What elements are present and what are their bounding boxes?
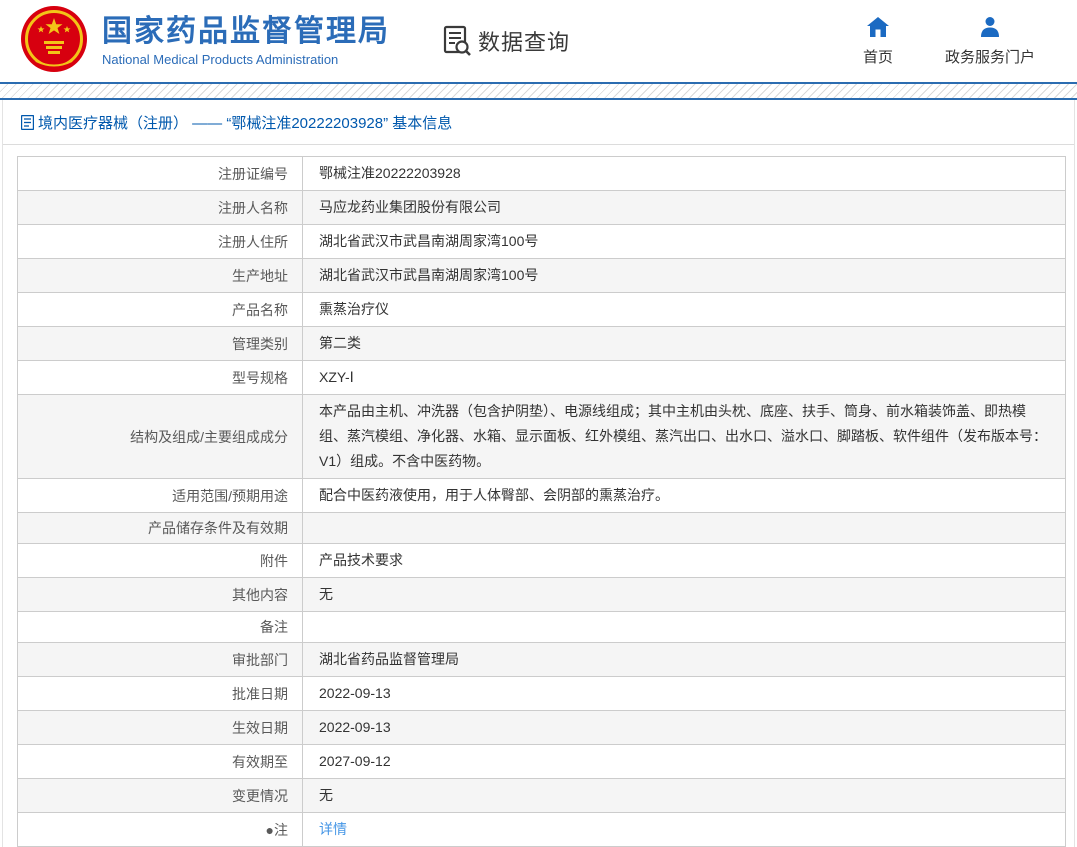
china-national-emblem-icon: [21, 6, 87, 72]
table-row: 型号规格 XZY-Ⅰ: [17, 360, 1066, 395]
field-value: 无: [302, 577, 1066, 612]
hatched-divider: [0, 82, 1077, 100]
nav-item-home[interactable]: 首页: [849, 16, 907, 67]
table-row: 生效日期 2022-09-13: [17, 710, 1066, 745]
table-row: 附件 产品技术要求: [17, 543, 1066, 578]
field-value: 湖北省武汉市武昌南湖周家湾100号: [302, 258, 1066, 293]
field-value: [302, 611, 1066, 643]
field-value: 2027-09-12: [302, 744, 1066, 779]
field-label: 生效日期: [17, 710, 303, 745]
site-header: 国家药品监督管理局 National Medical Products Admi…: [0, 0, 1077, 82]
top-nav: 首页 政务服务门户: [849, 16, 1049, 67]
document-list-icon: [21, 115, 34, 130]
table-row: 注册人住所 湖北省武汉市武昌南湖周家湾100号: [17, 224, 1066, 259]
field-value: 2022-09-13: [302, 676, 1066, 711]
table-row: 产品储存条件及有效期: [17, 512, 1066, 544]
field-value: 湖北省药品监督管理局: [302, 642, 1066, 677]
field-value: 配合中医药液使用，用于人体臀部、会阴部的熏蒸治疗。: [302, 478, 1066, 513]
breadcrumb: 境内医疗器械（注册） —— “鄂械注准20222203928” 基本信息: [3, 100, 1074, 145]
table-row: 适用范围/预期用途 配合中医药液使用，用于人体臀部、会阴部的熏蒸治疗。: [17, 478, 1066, 513]
table-row: 注册人名称 马应龙药业集团股份有限公司: [17, 190, 1066, 225]
table-row: 产品名称 熏蒸治疗仪: [17, 292, 1066, 327]
data-query-button[interactable]: 数据查询: [442, 25, 570, 57]
field-value: XZY-Ⅰ: [302, 360, 1066, 395]
document-search-icon: [443, 25, 471, 56]
nav-item-home-label: 首页: [862, 48, 893, 66]
table-row: ●注 详情: [17, 812, 1066, 847]
site-title: 国家药品监督管理局: [102, 14, 390, 48]
field-label: 适用范围/预期用途: [17, 478, 303, 513]
nav-item-portal-label: 政务服务门户: [944, 48, 1035, 66]
breadcrumb-text: 境内医疗器械（注册） —— “鄂械注准20222203928” 基本信息: [38, 115, 453, 132]
table-row: 管理类别 第二类: [17, 326, 1066, 361]
field-label: 型号规格: [17, 360, 303, 395]
home-icon: [866, 16, 889, 37]
table-row: 注册证编号 鄂械注准20222203928: [17, 156, 1066, 191]
field-label: 备注: [17, 611, 303, 643]
site-logo[interactable]: 国家药品监督管理局 National Medical Products Admi…: [18, 5, 390, 77]
nav-item-portal[interactable]: 政务服务门户: [945, 16, 1035, 67]
main-content: 境内医疗器械（注册） —— “鄂械注准20222203928” 基本信息 注册证…: [2, 100, 1075, 847]
field-label: ●注: [17, 812, 303, 847]
field-label: 结构及组成/主要组成成分: [17, 394, 303, 479]
field-label: 生产地址: [17, 258, 303, 293]
table-row: 其他内容 无: [17, 577, 1066, 612]
table-row: 结构及组成/主要组成成分 本产品由主机、冲洗器（包含护阴垫）、电源线组成；其中主…: [17, 394, 1066, 479]
field-value: [302, 512, 1066, 544]
data-query-label: 数据查询: [478, 30, 571, 55]
user-icon: [980, 16, 999, 37]
table-row: 审批部门 湖北省药品监督管理局: [17, 642, 1066, 677]
registration-detail-table: 注册证编号 鄂械注准20222203928 注册人名称 马应龙药业集团股份有限公…: [17, 156, 1066, 847]
field-label: 产品储存条件及有效期: [17, 512, 303, 544]
field-value: 2022-09-13: [302, 710, 1066, 745]
field-value: 无: [302, 778, 1066, 813]
field-label: 其他内容: [17, 577, 303, 612]
field-label: 附件: [17, 543, 303, 578]
field-value: 详情: [302, 812, 1066, 847]
table-row: 批准日期 2022-09-13: [17, 676, 1066, 711]
site-subtitle: National Medical Products Administration: [102, 52, 339, 68]
field-label: 变更情况: [17, 778, 303, 813]
field-value: 产品技术要求: [302, 543, 1066, 578]
field-label: 审批部门: [17, 642, 303, 677]
field-label: 注册人名称: [17, 190, 303, 225]
field-label: 管理类别: [17, 326, 303, 361]
field-value: 熏蒸治疗仪: [302, 292, 1066, 327]
details-link[interactable]: 详情: [319, 821, 347, 837]
field-value: 马应龙药业集团股份有限公司: [302, 190, 1066, 225]
table-row: 有效期至 2027-09-12: [17, 744, 1066, 779]
field-value: 鄂械注准20222203928: [302, 156, 1066, 191]
field-label: 有效期至: [17, 744, 303, 779]
field-value: 湖北省武汉市武昌南湖周家湾100号: [302, 224, 1066, 259]
field-label: 注册证编号: [17, 156, 303, 191]
field-label: 产品名称: [17, 292, 303, 327]
field-label: 批准日期: [17, 676, 303, 711]
field-label: 注册人住所: [17, 224, 303, 259]
table-row: 备注: [17, 611, 1066, 643]
field-value: 本产品由主机、冲洗器（包含护阴垫）、电源线组成；其中主机由头枕、底座、扶手、筒身…: [302, 394, 1066, 479]
field-value: 第二类: [302, 326, 1066, 361]
table-row: 变更情况 无: [17, 778, 1066, 813]
table-row: 生产地址 湖北省武汉市武昌南湖周家湾100号: [17, 258, 1066, 293]
